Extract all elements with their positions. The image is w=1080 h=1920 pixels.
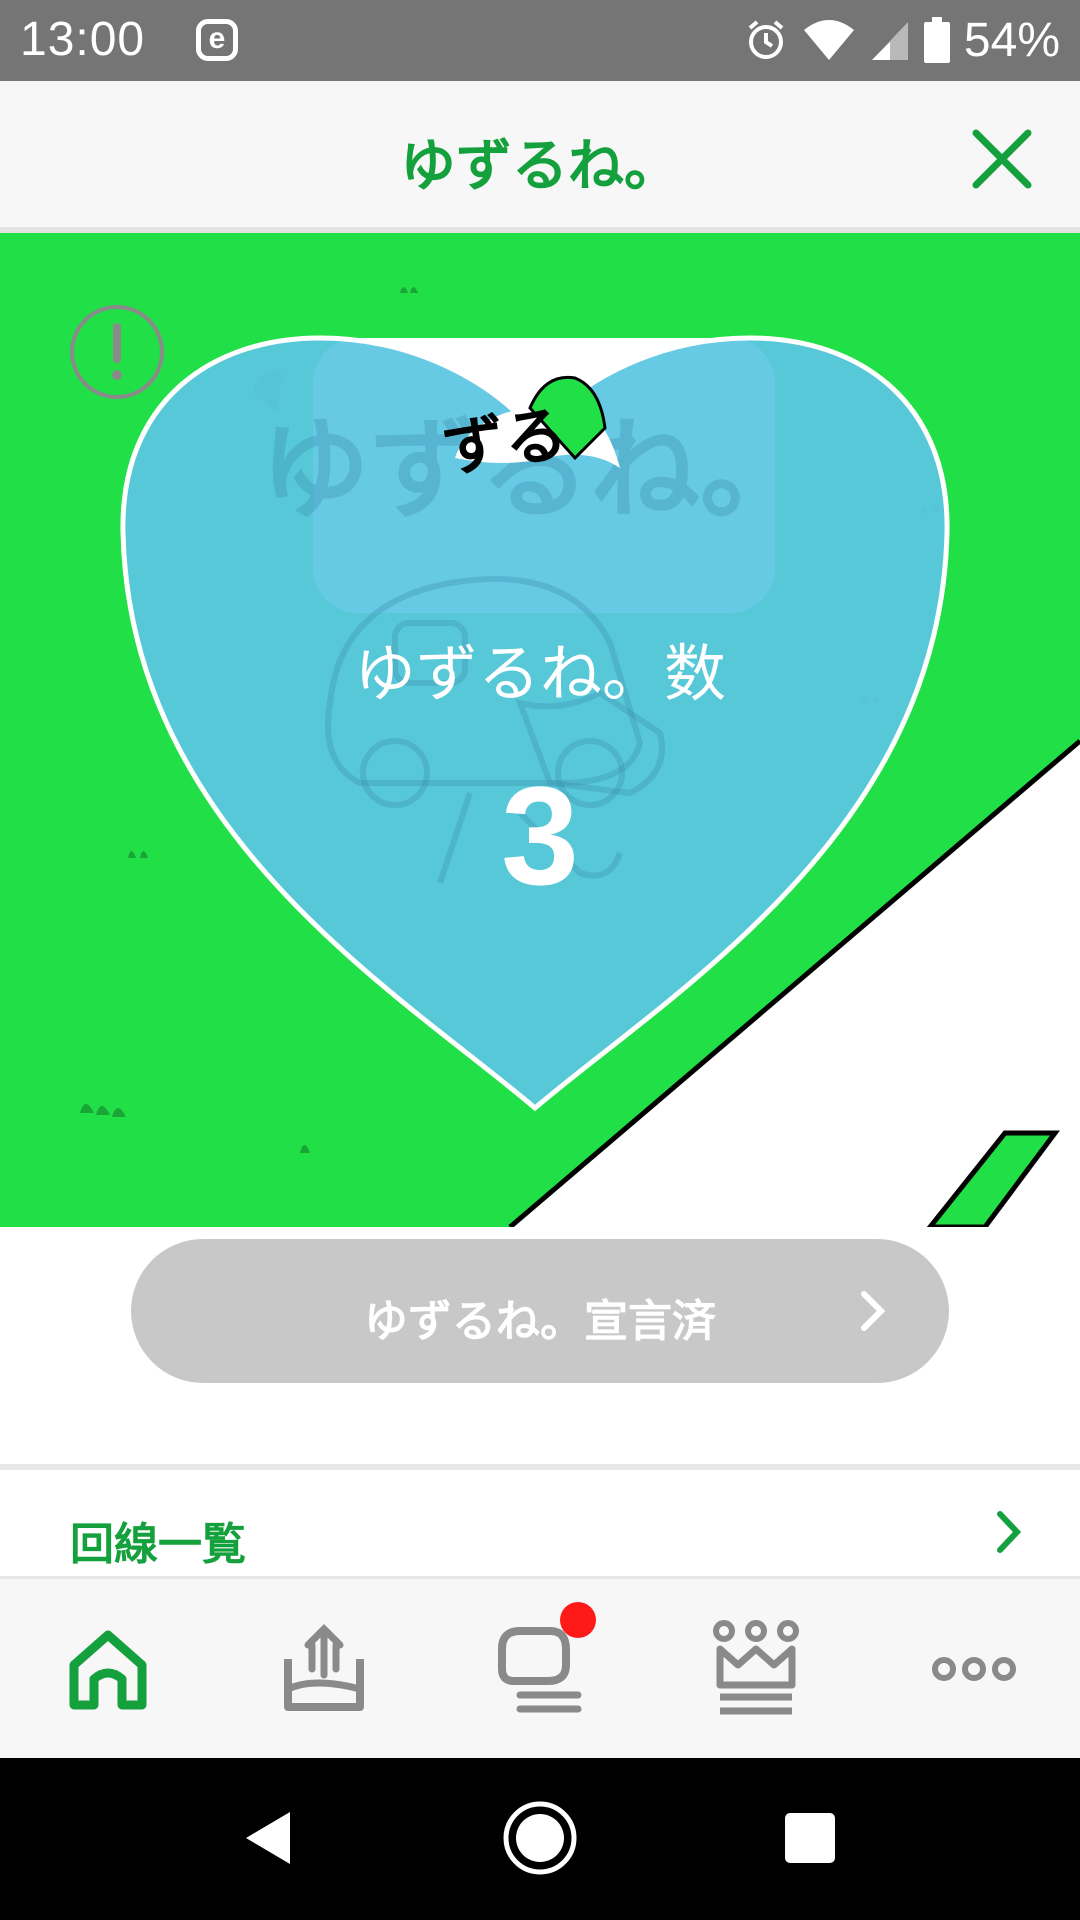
close-icon[interactable] — [970, 127, 1034, 191]
status-bar: 13:00 e 54% — [0, 0, 1080, 81]
wifi-icon — [803, 20, 854, 60]
status-time: 13:00 — [20, 13, 146, 66]
recents-icon[interactable] — [783, 1811, 837, 1865]
home-icon[interactable] — [58, 1619, 158, 1719]
line-list-row[interactable]: 回線一覧 — [0, 1470, 1080, 1574]
declared-button-label: ゆずるね。宣言済 — [364, 1296, 716, 1347]
bottom-tab-bar — [0, 1576, 1080, 1761]
yuzurune-count-value: 3 — [501, 757, 579, 914]
alarm-icon — [748, 20, 784, 59]
home-nav-icon[interactable] — [502, 1800, 578, 1876]
warning-icon[interactable] — [68, 303, 166, 401]
upload-icon[interactable] — [274, 1619, 374, 1719]
hero-illustration: ゆずるね。 ずる — [0, 233, 1080, 1227]
declared-button[interactable]: ゆずるね。宣言済 — [131, 1239, 949, 1383]
system-navigation-bar — [0, 1758, 1080, 1920]
line-list-label: 回線一覧 — [70, 1519, 246, 1570]
chevron-right-icon — [997, 1511, 1022, 1553]
app-header: ゆずるね。 — [0, 81, 1080, 233]
status-right: 54% — [744, 12, 1060, 68]
battery-icon — [923, 17, 950, 63]
signal-icon — [871, 22, 908, 60]
e-notification-icon: e — [196, 19, 238, 61]
yuzurune-count-label: ゆずるね。数 — [353, 637, 726, 710]
crown-icon[interactable] — [706, 1619, 806, 1719]
notification-badge — [560, 1602, 596, 1638]
page-title: ゆずるね。 — [400, 134, 680, 199]
back-icon[interactable] — [240, 1808, 300, 1868]
battery-percent: 54% — [963, 13, 1060, 67]
chevron-right-icon — [861, 1291, 886, 1331]
more-icon[interactable] — [924, 1619, 1024, 1719]
